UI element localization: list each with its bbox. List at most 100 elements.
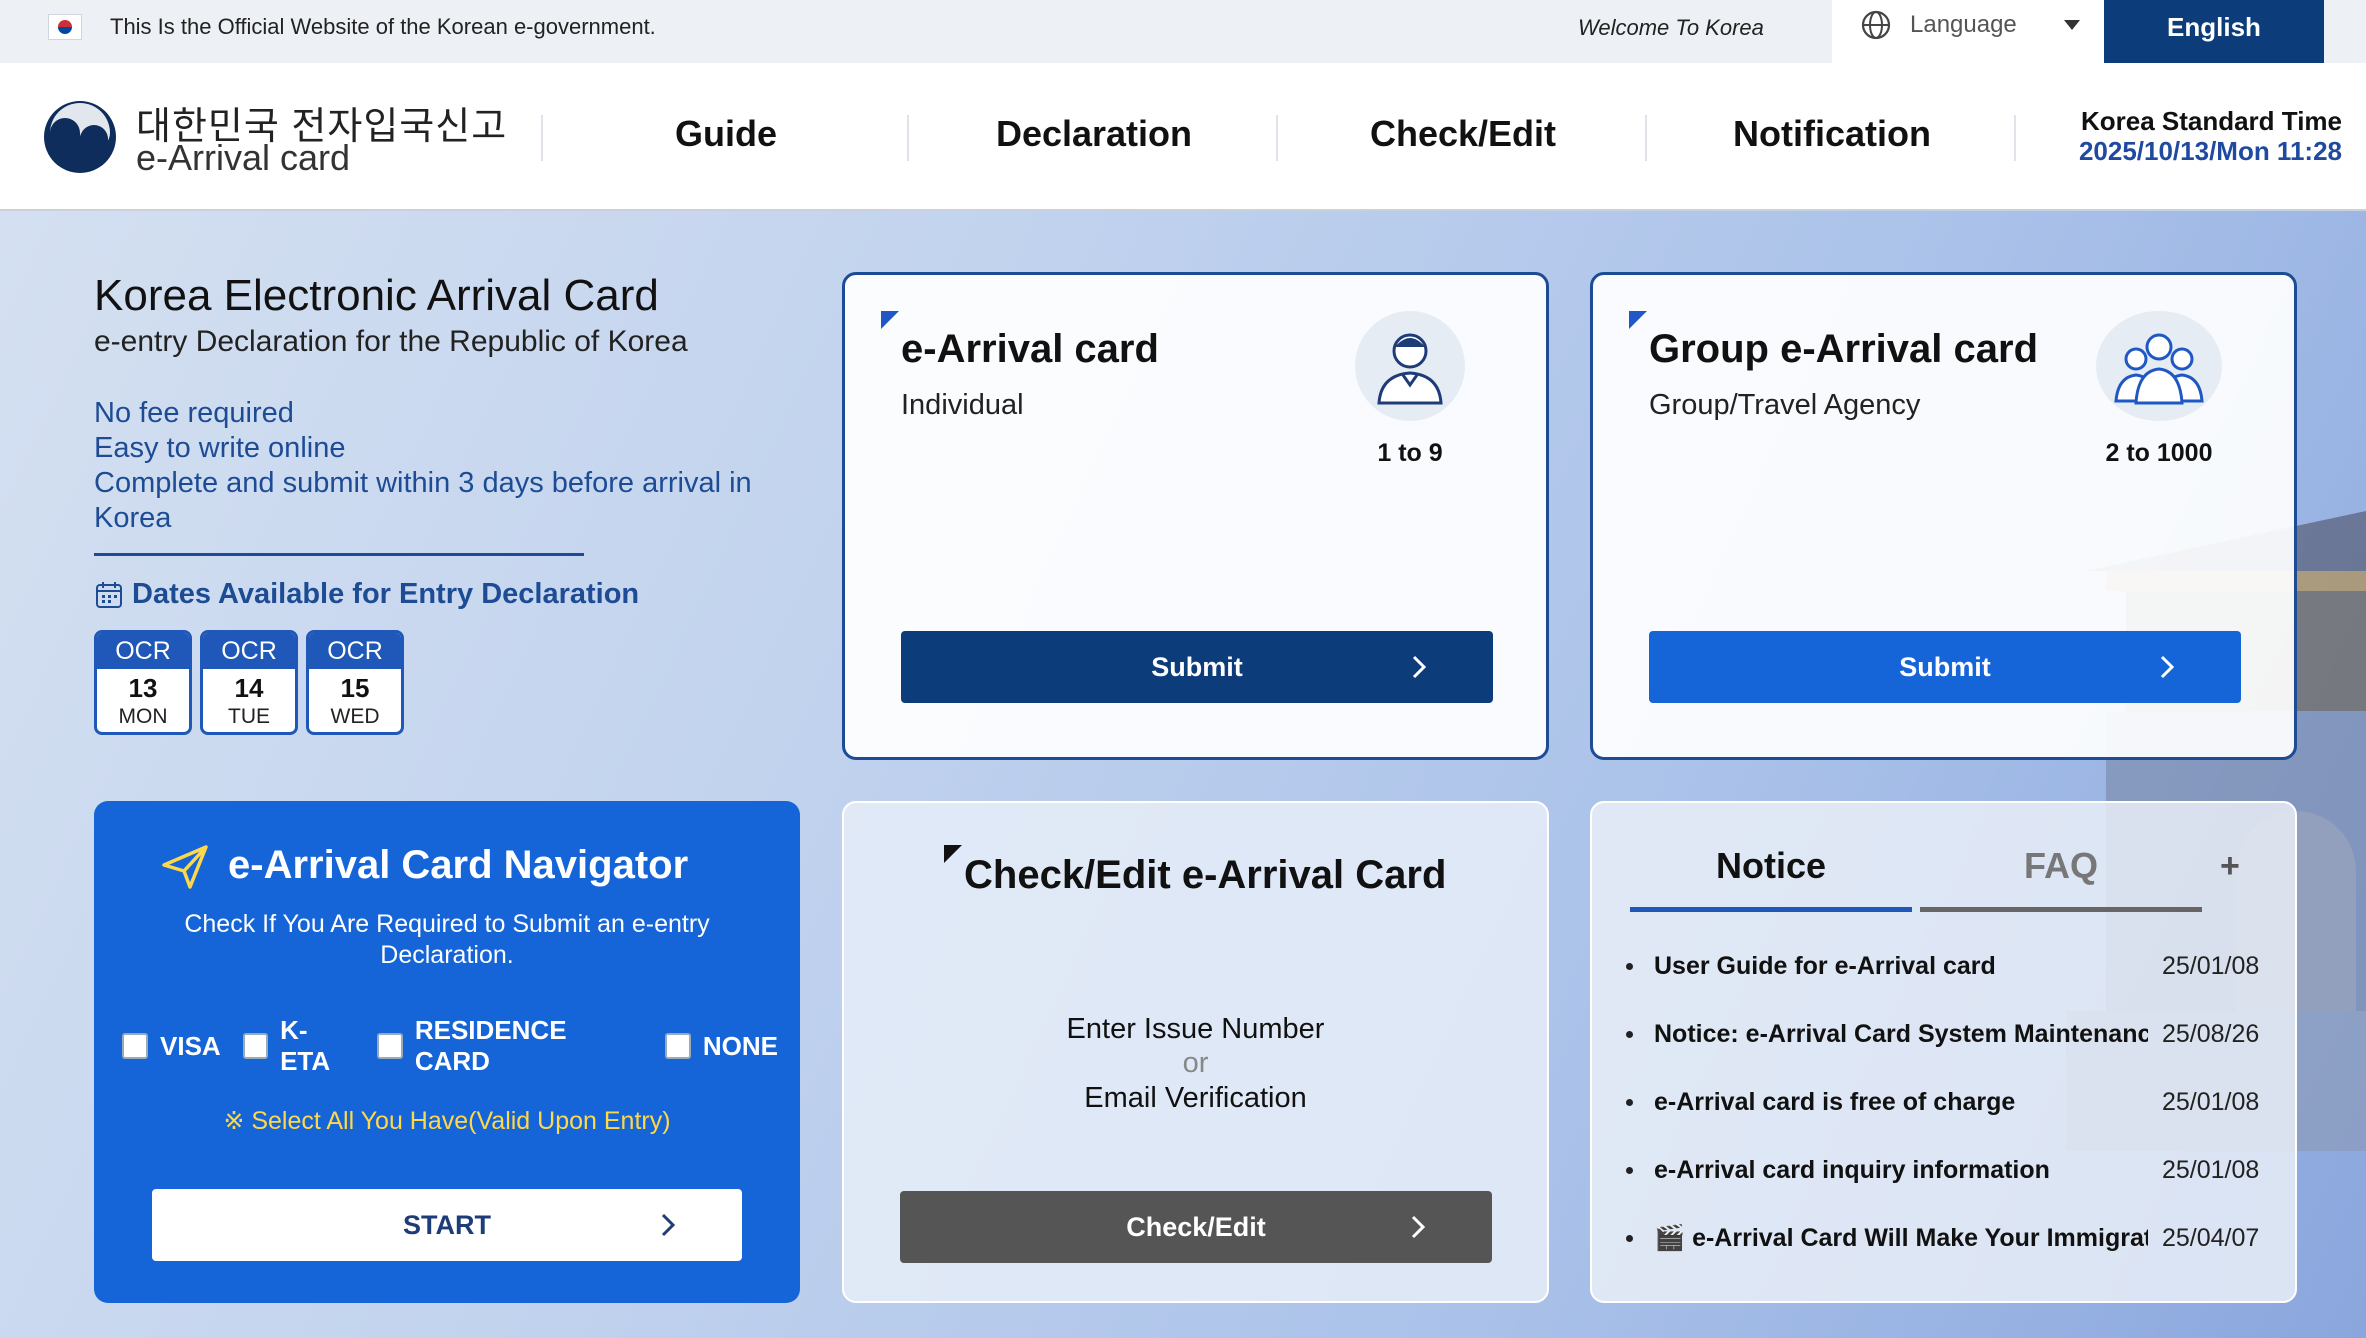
checkbox-visa[interactable]: VISA (122, 1031, 221, 1062)
submit-label: Submit (1151, 651, 1243, 682)
language-selector[interactable]: Language (1832, 0, 2104, 63)
date-day: 14 (234, 673, 264, 703)
date-day: 13 (128, 673, 158, 703)
notice-title[interactable]: e-Arrival card inquiry information (1654, 1156, 2148, 1185)
checkbox-residence-card[interactable]: RESIDENCE CARD (377, 1015, 642, 1077)
individual-card-subtitle: Individual (901, 389, 1024, 421)
date-month: OCR (203, 633, 295, 669)
individual-card: e-Arrival card Individual 1 to 9 Submit (842, 272, 1549, 760)
bullet-icon (1626, 963, 1633, 970)
welcome-text: Welcome To Korea (1578, 15, 1764, 40)
feature-easy-online: Easy to write online (94, 432, 346, 464)
checkbox-label: VISA (160, 1030, 221, 1061)
check-edit-label: Check/Edit (1126, 1211, 1266, 1242)
individual-count: 1 to 9 (1377, 439, 1443, 467)
date-month: OCR (309, 633, 401, 669)
checkbox-icon[interactable] (122, 1033, 148, 1059)
chevron-right-icon (1411, 1215, 1426, 1239)
checkbox-label: NONE (702, 1030, 778, 1061)
notice-title[interactable]: User Guide for e-Arrival card (1654, 952, 2148, 981)
date-chip: OCR 13 MON (94, 630, 192, 735)
intro-divider (94, 553, 584, 556)
navigator-start-button[interactable]: START (152, 1189, 742, 1261)
corner-accent-icon (1629, 311, 1647, 329)
site-header: 대한민국 전자입국신고 e-Arrival card Guide Declara… (0, 63, 2366, 211)
active-tab-indicator (1630, 907, 1912, 912)
notice-item[interactable]: Notice: e-Arrival Card System Maintenanc… (1626, 1016, 2266, 1056)
email-verification-text: Email Verification (1084, 1082, 1307, 1114)
chevron-right-icon (661, 1213, 676, 1237)
check-edit-button[interactable]: Check/Edit (900, 1191, 1492, 1263)
date-month: OCR (97, 633, 189, 669)
nav-guide[interactable]: Guide (546, 113, 906, 155)
more-plus-icon[interactable]: + (2220, 847, 2240, 886)
bullet-icon (1626, 1031, 1633, 1038)
notice-item[interactable]: User Guide for e-Arrival card 25/01/08 (1626, 948, 2266, 988)
tab-notice[interactable]: Notice (1716, 845, 1826, 887)
logo-english-text[interactable]: e-Arrival card (136, 137, 350, 179)
checkbox-none[interactable]: NONE (664, 1030, 778, 1062)
notice-item[interactable]: e-Arrival card is free of charge 25/01/0… (1626, 1084, 2266, 1124)
nav-declaration[interactable]: Declaration (914, 113, 1274, 155)
individual-submit-button[interactable]: Submit (901, 631, 1493, 703)
current-language-button[interactable]: English (2104, 0, 2324, 63)
inactive-tab-indicator (1920, 907, 2202, 912)
corner-accent-icon (944, 845, 962, 863)
tab-faq[interactable]: FAQ (2024, 845, 2098, 887)
chevron-right-icon (1412, 655, 1427, 679)
korea-government-logo-icon[interactable] (42, 99, 118, 175)
group-card-title: Group e-Arrival card (1649, 327, 2039, 371)
date-chip: OCR 14 TUE (200, 630, 298, 735)
group-count: 2 to 1000 (2105, 439, 2213, 467)
feature-no-fee: No fee required (94, 397, 294, 429)
bullet-icon (1626, 1235, 1633, 1242)
checkbox-icon[interactable] (242, 1033, 269, 1059)
navigator-description: Check If You Are Required to Submit an e… (184, 910, 710, 969)
main-content: Korea Electronic Arrival Card e-entry De… (0, 211, 2366, 1338)
calendar-icon (96, 581, 122, 608)
corner-accent-icon (881, 311, 899, 329)
individual-card-title: e-Arrival card (901, 327, 1159, 371)
notice-card: Notice FAQ + User Guide for e-Arrival ca… (1590, 801, 2297, 1303)
kst-title: Korea Standard Time (2080, 106, 2342, 136)
group-people-icon (2096, 311, 2222, 421)
checkbox-k-eta[interactable]: K-ETA (242, 1015, 356, 1077)
checkbox-icon[interactable] (377, 1033, 403, 1059)
notice-title[interactable]: 🎬 e-Arrival Card Will Make Your Immigrat… (1654, 1224, 2148, 1253)
language-label: Language (1910, 11, 2017, 38)
group-submit-button[interactable]: Submit (1649, 631, 2241, 703)
dates-available-title: Dates Available for Entry Declaration (94, 578, 639, 611)
notice-title[interactable]: e-Arrival card is free of charge (1654, 1088, 2148, 1117)
nav-divider (1276, 115, 1278, 161)
bullet-icon (1626, 1099, 1633, 1106)
submit-label: Submit (1899, 651, 1991, 682)
chevron-right-icon (2160, 655, 2175, 679)
feature-submit-window-cont: Korea (94, 502, 172, 534)
notice-item[interactable]: 🎬 e-Arrival Card Will Make Your Immigrat… (1626, 1220, 2266, 1260)
check-edit-card: Check/Edit e-Arrival Card Enter Issue Nu… (842, 801, 1549, 1303)
paper-plane-icon (162, 845, 208, 889)
nav-check-edit[interactable]: Check/Edit (1283, 113, 1643, 155)
date-weekday: TUE (228, 705, 270, 728)
checkbox-label: K-ETA (280, 1015, 331, 1076)
date-day: 15 (340, 673, 370, 703)
nav-divider (1645, 115, 1647, 161)
notice-title[interactable]: Notice: e-Arrival Card System Maintenanc… (1654, 1020, 2148, 1049)
korea-flag-icon (48, 14, 82, 40)
start-label: START (403, 1209, 491, 1240)
navigator-hint: ※ Select All You Have(Valid Upon Entry) (223, 1107, 671, 1135)
navigator-title: e-Arrival Card Navigator (228, 843, 689, 887)
bullet-icon (1626, 1167, 1633, 1174)
notice-date: 25/08/26 (2162, 1020, 2260, 1048)
notice-date: 25/04/07 (2162, 1224, 2260, 1252)
person-icon (1355, 311, 1465, 421)
checkbox-label: RESIDENCE CARD (414, 1015, 567, 1076)
arrival-card-navigator: e-Arrival Card Navigator Check If You Ar… (94, 801, 800, 1303)
caret-down-icon (2064, 20, 2080, 30)
notice-item[interactable]: e-Arrival card inquiry information 25/01… (1626, 1152, 2266, 1192)
nav-divider (907, 115, 909, 161)
date-chip: OCR 15 WED (306, 630, 404, 735)
nav-notification[interactable]: Notification (1652, 113, 2012, 155)
date-weekday: WED (330, 705, 380, 728)
checkbox-icon[interactable] (664, 1033, 691, 1059)
